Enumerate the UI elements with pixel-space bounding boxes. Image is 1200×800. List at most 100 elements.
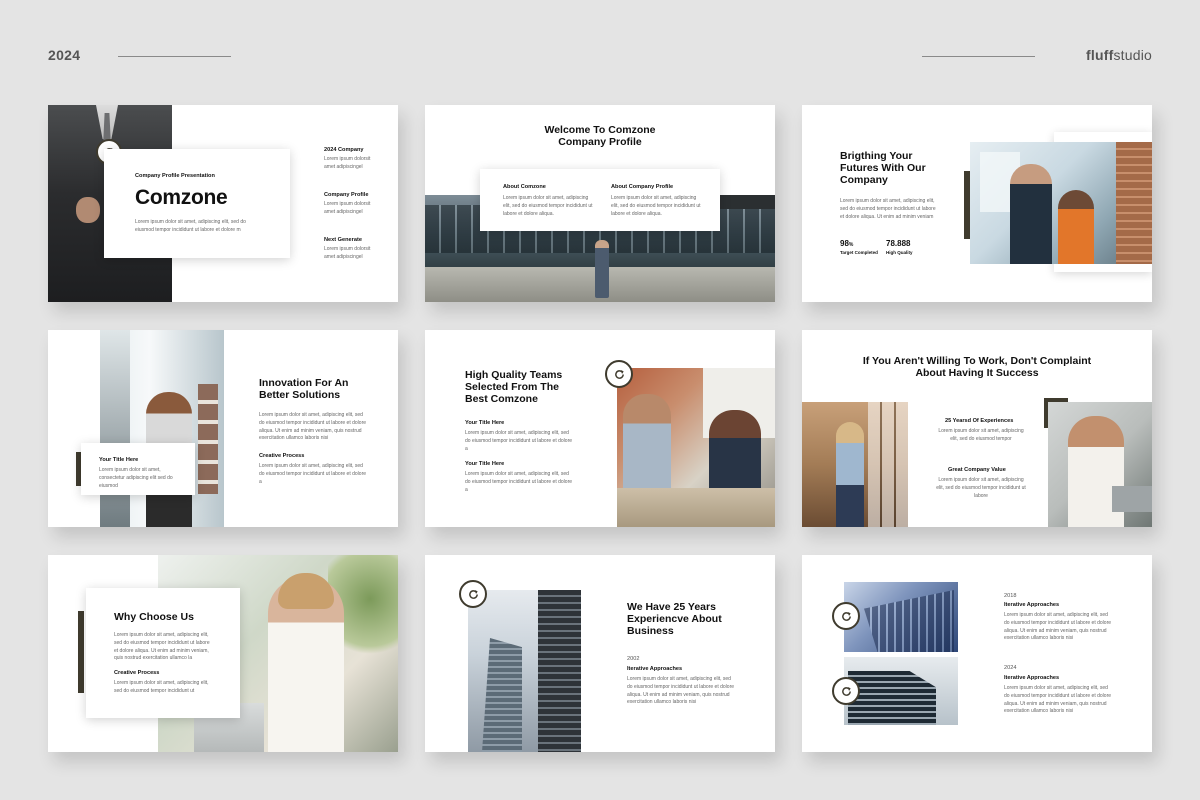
hair-shape (278, 573, 334, 609)
about-card: About Comzone Lorem ipsum dolor sit amet… (480, 169, 720, 231)
refresh-badge-icon (832, 677, 860, 705)
teams-item1-title: Your Title Here (465, 420, 505, 426)
why-choose-title: Why Choose Us (114, 611, 194, 623)
innovation-text: Lorem ipsum dolor sit amet, adipiscing e… (259, 412, 367, 442)
years-subtitle: Iterative Approaches (627, 666, 683, 672)
stat1-value: 98% (840, 239, 854, 249)
tower-right-shape (538, 590, 581, 752)
timeline-title-2: Iterative Approaches (1004, 675, 1060, 681)
person-suit-shape (1010, 164, 1052, 264)
year-label: 2024 (48, 47, 81, 63)
cover-card: Company Profile Presentation Comzone Lor… (104, 149, 290, 258)
timeline-year-1: 2018 (1004, 593, 1017, 599)
tower-left-shape (482, 638, 522, 752)
creative-process-title: Creative Process (114, 670, 160, 676)
header-divider-right (922, 56, 1035, 57)
why-choose-card: Why Choose Us Lorem ipsum dolor sit amet… (86, 588, 240, 718)
refresh-badge-icon (605, 360, 633, 388)
futures-title: Brigthing Your Futures With Our Company (840, 150, 926, 186)
about-col2-title: About Company Profile (611, 184, 674, 190)
table-shape (617, 488, 775, 527)
creative-process-title: Creative Process (259, 453, 305, 459)
refresh-badge-icon (832, 602, 860, 630)
teams-item2-title: Your Title Here (465, 461, 505, 467)
card-title: Your Title Here (99, 457, 139, 463)
brand-rest: studio (1113, 47, 1152, 63)
slide-timeline[interactable]: 2018 Iterative Approaches Lorem ipsum do… (802, 555, 1152, 752)
corridor-shape (100, 330, 130, 527)
item-text-1: Lorem ipsum dolorsit amet adipiscingel (324, 156, 371, 170)
teams-item1-text: Lorem ipsum dolor sit amet, adipiscing e… (465, 430, 573, 452)
glass-building-photo-2 (844, 657, 958, 725)
hallway-photo (802, 402, 908, 527)
experience-title: 25 Yearsd Of Experiences (945, 418, 1014, 424)
innovation-title: Innovation For An Better Solutions (259, 377, 349, 401)
slide-why-choose[interactable]: Why Choose Us Lorem ipsum dolor sit amet… (48, 555, 398, 752)
brick-wall-shape (1116, 142, 1152, 264)
creative-process-text: Lorem ipsum dolor sit amet, adipiscing e… (259, 463, 367, 485)
refresh-badge-icon (459, 580, 487, 608)
photos-wall-shape (198, 384, 218, 494)
title-card: Your Title Here Lorem ipsum dolor sit am… (81, 443, 195, 495)
stat1-number: 98 (840, 239, 849, 248)
slide-futures[interactable]: Brigthing Your Futures With Our Company … (802, 105, 1152, 302)
stat2-label: High Quality (886, 250, 913, 255)
teams-title: High Quality Teams Selected From The Bes… (465, 369, 563, 405)
slide-teams[interactable]: High Quality Teams Selected From The Bes… (425, 330, 775, 527)
brand-logo: fluffstudio (1086, 47, 1152, 63)
accent-bar (78, 611, 84, 693)
slide-25-years[interactable]: We Have 25 Years Experiencve About Busin… (425, 555, 775, 752)
handshake-office-photo (970, 142, 1152, 264)
item-text-3: Lorem ipsum dolorsit amet adipiscingel (324, 246, 371, 260)
skyscrapers-photo (468, 590, 581, 752)
timeline-title-1: Iterative Approaches (1004, 602, 1060, 608)
about-col1-text: Lorem ipsum dolor sit amet, adipiscing e… (503, 195, 593, 217)
walking-man-shape (595, 240, 609, 298)
slide-innovation[interactable]: Your Title Here Lorem ipsum dolor sit am… (48, 330, 398, 527)
woman-shape (836, 422, 864, 527)
timeline-year-2: 2024 (1004, 665, 1017, 671)
futures-text: Lorem ipsum dolor sit amet, adipiscing e… (840, 198, 936, 220)
slide-welcome[interactable]: Welcome To Comzone Company Profile About… (425, 105, 775, 302)
stat1-unit: % (848, 242, 854, 248)
hand-shape (76, 197, 100, 223)
cover-title: Comzone (135, 186, 228, 209)
quote-title: If You Aren't Willing To Work, Don't Com… (862, 355, 1092, 379)
company-value-title: Great Company Value (948, 467, 1006, 473)
about-col2-text: Lorem ipsum dolor sit amet, adipiscing e… (611, 195, 701, 217)
phone-call-photo (1048, 402, 1152, 527)
experience-text: Lorem ipsum dolor sit amet, adipiscing e… (938, 428, 1024, 442)
item-title-2: Company Profile (324, 192, 369, 198)
high-five-photo (617, 368, 775, 527)
years-year: 2002 (627, 656, 640, 662)
slide-cover[interactable]: Company Profile Presentation Comzone Lor… (48, 105, 398, 302)
cover-subtitle: Company Profile Presentation (135, 173, 215, 179)
timeline-text-1: Lorem ipsum dolor sit amet, adipiscing e… (1004, 612, 1112, 642)
whiteboard-photo (100, 330, 224, 527)
years-title: We Have 25 Years Experiencve About Busin… (627, 601, 722, 637)
person-orange-shape (1058, 190, 1094, 264)
company-value-text: Lorem ipsum dolor sit amet, adipiscing e… (936, 477, 1026, 499)
years-text: Lorem ipsum dolor sit amet, adipiscing e… (627, 676, 735, 706)
item-title-3: Next Generate (324, 237, 362, 243)
slide-quote[interactable]: If You Aren't Willing To Work, Don't Com… (802, 330, 1152, 527)
glass-grid-shape (864, 590, 954, 652)
brand-bold: fluff (1086, 47, 1114, 63)
stat1-label: Target Completed (840, 250, 878, 255)
why-choose-text: Lorem ipsum dolor sit amet, adipiscing e… (114, 632, 210, 662)
laptop-shape (1112, 486, 1152, 512)
glass-building-photo-1 (844, 582, 958, 652)
cover-desc: Lorem ipsum dolor sit amet, adipiscing e… (135, 219, 246, 233)
about-col1-title: About Comzone (503, 184, 546, 190)
card-text: Lorem ipsum dolor sit amet, consectetur … (99, 467, 173, 489)
header-divider-left (118, 56, 231, 57)
teams-item2-text: Lorem ipsum dolor sit amet, adipiscing e… (465, 471, 573, 493)
item-text-2: Lorem ipsum dolorsit amet adipiscingel (324, 201, 371, 215)
glass-wall-shape (868, 402, 908, 527)
stat2-value: 78.888 (886, 239, 911, 248)
welcome-title: Welcome To Comzone Company Profile (544, 124, 656, 148)
timeline-text-2: Lorem ipsum dolor sit amet, adipiscing e… (1004, 685, 1112, 715)
creative-process-text: Lorem ipsum dolor sit amet, adipiscing e… (114, 680, 209, 694)
building-grid-shape (848, 671, 936, 725)
item-title-1: 2024 Company (324, 147, 364, 153)
